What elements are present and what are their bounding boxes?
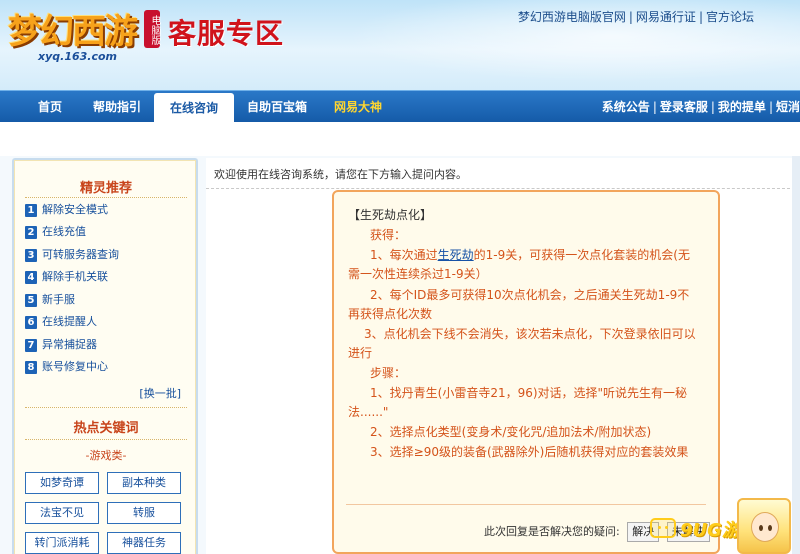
recommend-item[interactable]: 8 账号修复中心 <box>25 358 108 376</box>
nav-messages[interactable]: 短消 <box>776 100 800 114</box>
recommend-item-label: 异常捕捉器 <box>42 338 97 351</box>
feedback-prompt: 此次回复是否解决您的疑问: <box>484 525 620 538</box>
nav-announcement[interactable]: 系统公告 <box>602 100 650 114</box>
main-nav: 首页 帮助指引 在线咨询 自助百宝箱 网易大神 系统公告 | 登录客服 | 我的提单 | 短… <box>0 90 800 125</box>
eye-icon <box>768 525 772 531</box>
item-number: 8 <box>25 360 37 374</box>
item-number: 5 <box>25 293 37 307</box>
recommend-item-label: 账号修复中心 <box>42 360 108 373</box>
logo-text: 梦幻西游 <box>8 12 138 52</box>
recommend-item[interactable]: 1 解除安全模式 <box>25 201 108 219</box>
watermark: 9UG游戏 <box>650 516 758 542</box>
answer-line: 进行 <box>348 346 373 360</box>
recommend-item-label: 新手服 <box>42 293 75 306</box>
logo-url: xyq.163.com <box>38 50 117 63</box>
divider <box>25 439 187 440</box>
divider <box>25 407 187 408</box>
passport-link[interactable]: 网易通行证 <box>636 10 696 24</box>
answer-line: 法......" <box>348 405 389 419</box>
top-links: 梦幻西游电脑版官网 | 网易通行证 | 官方论坛 <box>517 10 754 24</box>
answer-text: 1、每次通过 <box>370 248 438 262</box>
official-site-link[interactable]: 梦幻西游电脑版官网 <box>518 10 626 24</box>
keyword-button[interactable]: 副本种类 <box>107 472 181 494</box>
answer-line: 需一次性连续杀过1-9关） <box>348 267 488 281</box>
recommend-item-label: 解除安全模式 <box>42 203 108 216</box>
recommend-item[interactable]: 6 在线提醒人 <box>25 313 97 331</box>
shengsijie-link[interactable]: 生死劫 <box>438 248 474 262</box>
recommend-item[interactable]: 3 可转服务器查询 <box>25 246 119 264</box>
recommend-title: 精灵推荐 <box>79 181 132 196</box>
item-number: 3 <box>25 248 37 262</box>
item-number: 2 <box>25 225 37 239</box>
recommend-item-label: 在线充值 <box>42 225 86 238</box>
recommend-item-label: 在线提醒人 <box>42 315 97 328</box>
keywords-title: 热点关键词 <box>73 421 139 436</box>
welcome-text: 欢迎使用在线咨询系统，请您在下方输入提问内容。 <box>214 168 467 181</box>
divider <box>346 504 706 505</box>
answer-line: 2、每个ID最多可获得10次点化机会，之后通关生死劫1-9不 <box>370 288 690 302</box>
answer-line: 1、每次通过生死劫的1-9关，可获得一次点化套装的机会(无 <box>348 246 710 265</box>
nav-help[interactable]: 帮助指引 <box>86 91 148 123</box>
keyword-button[interactable]: 神器任务 <box>107 532 181 554</box>
answer-line: 再获得点化次数 <box>348 307 433 321</box>
nav-login[interactable]: 登录客服 <box>660 100 708 114</box>
recommend-item-label: 可转服务器查询 <box>42 248 119 261</box>
header: 梦幻西游 电脑版 xyq.163.com 客服专区 梦幻西游电脑版官网 | 网易通行… <box>0 0 800 90</box>
answer-line: 2、选择点化类型(变身术/变化咒/追加法术/附加状态) <box>370 425 652 439</box>
refresh-link[interactable]: [换一批] <box>139 385 181 401</box>
item-number: 6 <box>25 315 37 329</box>
main-content: 欢迎使用在线咨询系统，请您在下方输入提问内容。 【生死劫点化】 获得： 1、每次… <box>206 158 800 554</box>
sidebar-panel: 精灵推荐 1 解除安全模式 2 在线充值 3 可转服务器查询 4 解除手机关联 5 新手服… <box>14 160 196 554</box>
nav-band <box>0 122 800 156</box>
logo[interactable]: 梦幻西游 电脑版 xyq.163.com <box>8 4 160 66</box>
answer-text: 的1-9关，可获得一次点化套装的机会(无 <box>473 248 690 262</box>
nav-right-links: 系统公告 | 登录客服 | 我的提单 | 短消 <box>601 100 800 114</box>
logo-tag: 电脑版 <box>144 10 160 48</box>
answer-line: 3、选择≥90级的装备(武器除外)后随机获得对应的套装效果 <box>370 445 689 459</box>
mascot-face <box>751 512 779 542</box>
answer-line: 1、找丹青生(小雷音寺21，96)对话，选择"听说先生有一秘 <box>370 386 688 400</box>
nav-home[interactable]: 首页 <box>22 91 78 123</box>
mascot-avatar[interactable] <box>737 498 791 554</box>
keyword-button[interactable]: 如梦奇谭 <box>25 472 99 494</box>
sidebar: 精灵推荐 1 解除安全模式 2 在线充值 3 可转服务器查询 4 解除手机关联 5 新手服… <box>12 158 198 554</box>
recommend-item[interactable]: 5 新手服 <box>25 291 75 309</box>
keyword-category: -游戏类- <box>85 449 127 462</box>
divider <box>206 188 800 189</box>
item-number: 7 <box>25 338 37 352</box>
recommend-item[interactable]: 2 在线充值 <box>25 223 86 241</box>
answer-bubble: 【生死劫点化】 获得： 1、每次通过生死劫的1-9关，可获得一次点化套装的机会(… <box>332 190 720 554</box>
nav-self-service[interactable]: 自助百宝箱 <box>240 91 314 123</box>
gamepad-icon <box>650 518 676 538</box>
recommend-item[interactable]: 7 异常捕捉器 <box>25 336 97 354</box>
nav-online-consult[interactable]: 在线咨询 <box>154 93 234 125</box>
divider <box>25 197 187 198</box>
recommend-item[interactable]: 4 解除手机关联 <box>25 268 108 286</box>
eye-icon <box>759 525 763 531</box>
forum-link[interactable]: 官方论坛 <box>706 10 754 24</box>
recommend-item-label: 解除手机关联 <box>42 270 108 283</box>
gain-label: 获得： <box>370 228 407 242</box>
keyword-button[interactable]: 法宝不见 <box>25 502 99 524</box>
nav-netease-god[interactable]: 网易大神 <box>326 91 390 123</box>
answer-heading: 【生死劫点化】 <box>348 208 433 222</box>
item-number: 1 <box>25 203 37 217</box>
steps-label: 步骤： <box>370 366 407 380</box>
page-title: 客服专区 <box>168 17 285 50</box>
nav-my-tickets[interactable]: 我的提单 <box>718 100 766 114</box>
keyword-button[interactable]: 转门派消耗 <box>25 532 99 554</box>
scrollbar[interactable] <box>792 156 800 554</box>
answer-line: 3、点化机会下线不会消失，该次若未点化，下次登录依旧可以 <box>364 327 696 341</box>
item-number: 4 <box>25 270 37 284</box>
keyword-button[interactable]: 转服 <box>107 502 181 524</box>
